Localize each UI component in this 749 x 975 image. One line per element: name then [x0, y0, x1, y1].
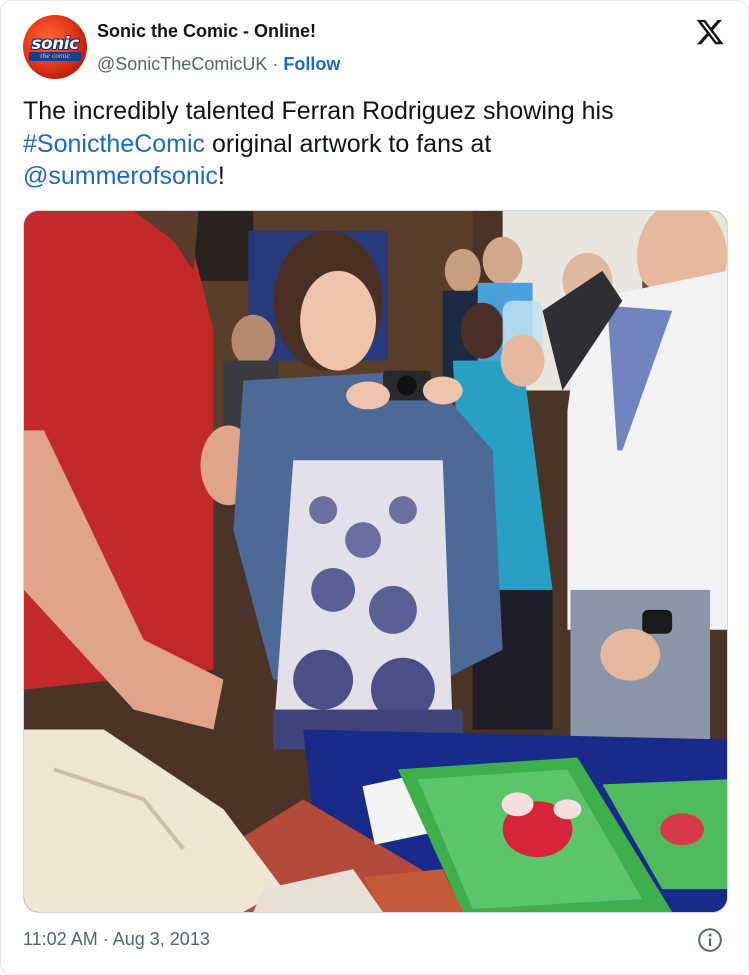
tweet-photo[interactable] [23, 210, 728, 913]
handle-separator: · [272, 54, 279, 74]
avatar[interactable]: sonic the comic [23, 15, 87, 79]
x-logo-icon[interactable] [694, 17, 726, 47]
display-name[interactable]: Sonic the Comic - Online! [97, 21, 316, 42]
timestamp-separator: · [102, 929, 109, 949]
avatar-logo-subtext: the comic [29, 52, 81, 61]
timestamp[interactable]: 11:02 AM · Aug 3, 2013 [23, 929, 210, 950]
tweet-text-part: ! [217, 162, 225, 190]
hashtag-link[interactable]: #SonictheComic [23, 130, 205, 158]
tweet-text-part: The incredibly talented Ferran Rodriguez… [23, 97, 614, 125]
photo-illustration [24, 211, 727, 912]
tweet-card: sonic the comic Sonic the Comic - Online… [0, 0, 749, 975]
tweet-text: The incredibly talented Ferran Rodriguez… [23, 95, 728, 193]
tweet-time: 11:02 AM [23, 929, 98, 949]
avatar-logo-text: sonic [31, 34, 79, 54]
handle[interactable]: @SonicTheComicUK [97, 54, 267, 74]
handle-row: @SonicTheComicUK · Follow [97, 54, 340, 75]
tweet-text-part: original artwork to fans at [205, 129, 492, 158]
follow-button[interactable]: Follow [283, 54, 340, 74]
info-icon[interactable] [697, 927, 723, 953]
tweet-date: Aug 3, 2013 [112, 929, 210, 949]
mention-link[interactable]: @summerofsonic [23, 162, 218, 190]
